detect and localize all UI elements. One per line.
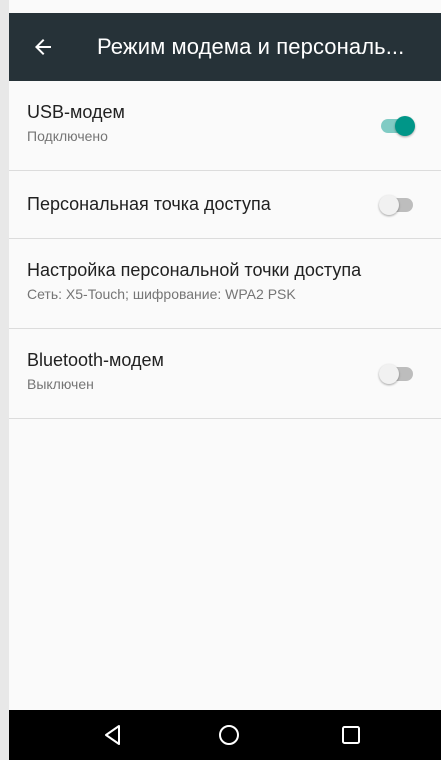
usb-tethering-switch[interactable] <box>379 114 415 138</box>
page-title: Режим модема и персональ... <box>97 34 405 59</box>
app-bar: Режим модема и персональ... <box>9 13 441 81</box>
hotspot-switch[interactable] <box>379 193 415 217</box>
nav-recents-button[interactable] <box>331 715 371 755</box>
setting-title: Bluetooth-модем <box>27 350 164 370</box>
phone-frame: Режим модема и персональ... USB-модем По… <box>0 0 441 760</box>
back-button[interactable] <box>27 31 59 63</box>
nav-back-button[interactable] <box>93 715 133 755</box>
navigation-bar <box>9 710 441 760</box>
setting-summary: Выключен <box>27 376 94 392</box>
setting-summary: Подключено <box>27 128 108 144</box>
setting-summary: Сеть: X5-Touch; шифрование: WPA2 PSK <box>27 286 296 302</box>
setting-hotspot[interactable]: Персональная точка доступа <box>9 171 441 239</box>
setting-bluetooth-tethering[interactable]: Bluetooth-модем Выключен <box>9 329 441 419</box>
triangle-back-icon <box>105 725 120 745</box>
device-edge <box>0 0 9 760</box>
settings-list: USB-модем Подключено Персональная точка … <box>9 81 441 419</box>
bluetooth-tethering-switch[interactable] <box>379 362 415 386</box>
setting-title: Персональная точка доступа <box>27 194 271 214</box>
setting-title: USB-модем <box>27 102 125 122</box>
setting-title: Настройка персональной точки доступа <box>27 260 362 280</box>
arrow-back-icon <box>35 39 51 55</box>
circle-home-icon <box>219 725 239 745</box>
nav-home-button[interactable] <box>209 715 249 755</box>
settings-screen: Режим модема и персональ... USB-модем По… <box>9 0 441 760</box>
setting-hotspot-config[interactable]: Настройка персональной точки доступа Сет… <box>9 239 441 329</box>
setting-usb-tethering[interactable]: USB-модем Подключено <box>9 81 441 171</box>
square-recents-icon <box>342 726 360 744</box>
